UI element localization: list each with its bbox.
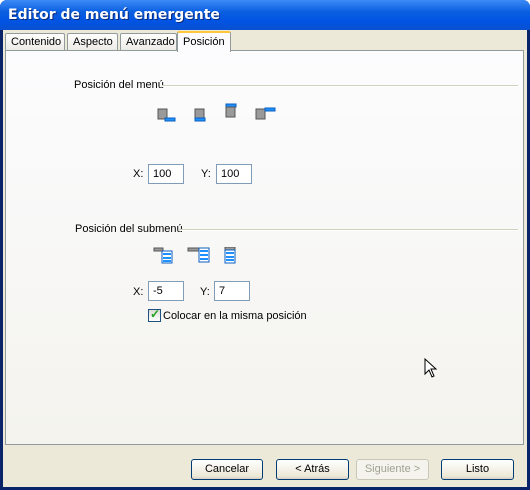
tab-posicion[interactable]: Posición (177, 31, 231, 52)
tab-contenido[interactable]: Contenido (5, 33, 65, 50)
menu-right-icon[interactable] (254, 105, 276, 123)
menu-below-icon[interactable] (190, 106, 210, 124)
tab-avanzado[interactable]: Avanzado (120, 33, 177, 50)
submenu-below-icon[interactable] (222, 246, 242, 265)
menu-y-label: Y: (201, 168, 211, 180)
menu-above-icon[interactable] (222, 103, 242, 121)
tab-panel-posicion: Posición del menú X: 100 Y: 100 Posición… (5, 50, 524, 445)
submenu-position-divider (179, 229, 518, 231)
menu-position-label: Posición del menú (74, 79, 164, 91)
window-title: Editor de menú emergente (8, 7, 220, 23)
submenu-right-aligned-icon[interactable] (187, 247, 210, 265)
back-button[interactable]: < Atrás (276, 459, 349, 480)
cancel-button[interactable]: Cancelar (191, 459, 263, 480)
submenu-x-input[interactable]: -5 (148, 281, 184, 301)
submenu-right-top-icon[interactable] (153, 247, 173, 265)
submenu-position-label: Posición del submenú (75, 223, 183, 235)
submenu-y-label: Y: (200, 286, 210, 298)
popup-menu-editor-window: Editor de menú emergente Contenido Aspec… (0, 0, 530, 490)
menu-below-left-icon[interactable] (156, 106, 176, 124)
same-position-checkbox[interactable]: ✓ (148, 307, 161, 322)
dialog-body: Contenido Aspecto Avanzado Posición Posi… (3, 30, 527, 487)
menu-y-input[interactable]: 100 (216, 164, 252, 184)
menu-position-divider (162, 85, 518, 87)
checkmark-icon: ✓ (150, 307, 161, 321)
submenu-y-input[interactable]: 7 (214, 281, 250, 301)
next-button: Siguiente > (356, 459, 429, 480)
finish-button[interactable]: Listo (441, 459, 514, 480)
mouse-cursor-icon (424, 358, 438, 378)
menu-x-label: X: (133, 168, 144, 180)
submenu-x-label: X: (133, 286, 144, 298)
menu-x-input[interactable]: 100 (148, 164, 184, 184)
title-bar[interactable]: Editor de menú emergente (0, 0, 530, 30)
same-position-label[interactable]: Colocar en la misma posición (163, 310, 307, 322)
tab-aspecto[interactable]: Aspecto (67, 33, 118, 50)
